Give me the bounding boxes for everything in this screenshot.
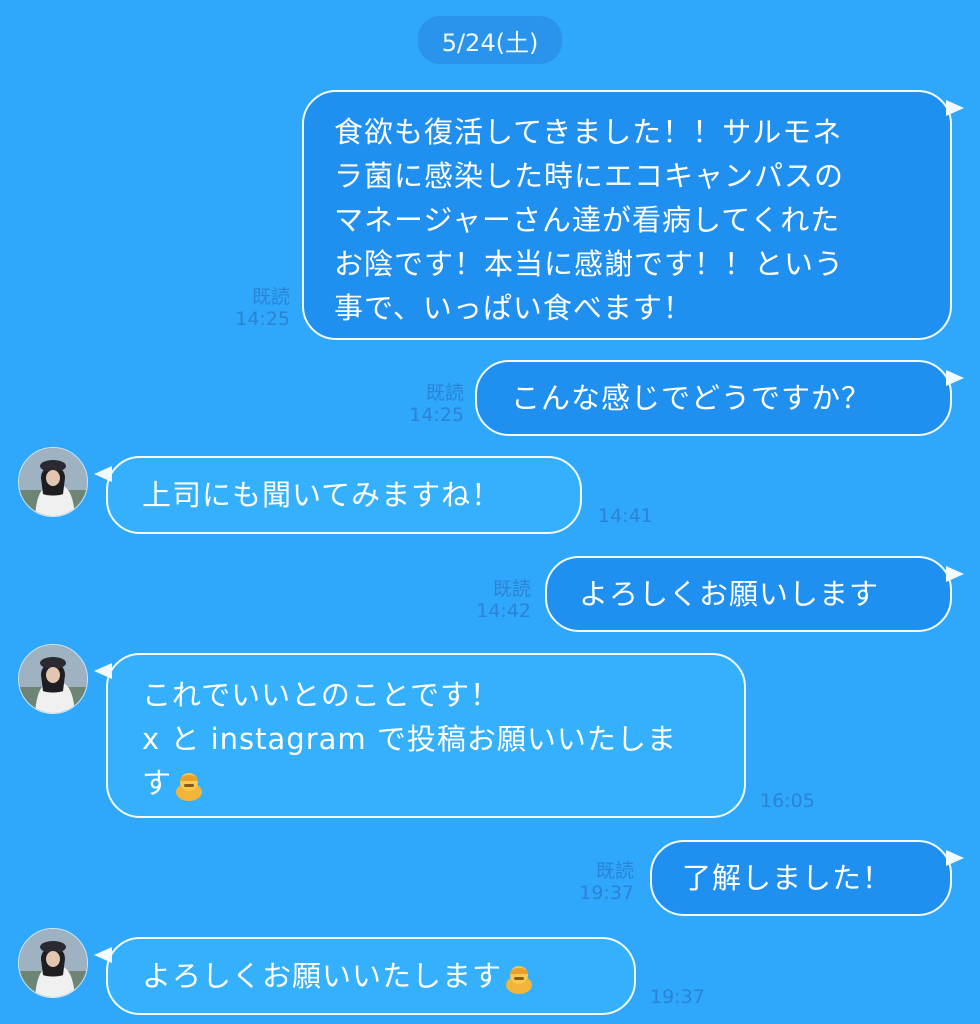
- message-text: 了解しました！: [682, 861, 893, 895]
- avatar[interactable]: [18, 928, 88, 998]
- avatar-photo: [19, 645, 87, 713]
- message-text: よろしくお願いいたします: [142, 954, 634, 998]
- read-receipt: 既読: [425, 382, 464, 404]
- incoming-message-bubble[interactable]: これでいいとのことです！ x と instagram で投稿お願いいたしま す: [94, 653, 746, 818]
- read-receipt: 既読: [492, 578, 531, 600]
- outgoing-message-bubble[interactable]: よろしくお願いします: [545, 556, 964, 632]
- avatar[interactable]: [18, 644, 88, 714]
- timestamp: 19:37: [650, 986, 705, 1008]
- avatar[interactable]: [18, 447, 88, 517]
- timestamp: 19:37: [579, 882, 634, 904]
- bowing-person-emoji: [176, 773, 203, 801]
- message-meta: 既読 14:42: [463, 578, 531, 622]
- message-text: よろしくお願いします: [579, 577, 880, 611]
- avatar-photo: [19, 448, 87, 516]
- timestamp: 14:25: [409, 404, 464, 426]
- message-text: 上司にも聞いてみますね！: [142, 478, 502, 512]
- message-meta: 既読 19:37: [566, 860, 634, 904]
- incoming-message-bubble[interactable]: よろしくお願いいたします: [94, 937, 636, 1015]
- bowing-person-emoji: [506, 966, 533, 994]
- message-text: こんな感じでどうですか？: [511, 381, 872, 415]
- message-meta: 既読 14:25: [396, 382, 464, 426]
- message-text: これでいいとのことです！ x と instagram で投稿お願いいたしま す: [142, 678, 677, 801]
- outgoing-message-bubble[interactable]: 了解しました！: [650, 840, 964, 916]
- avatar-photo: [19, 929, 87, 997]
- message-text: 食欲も復活してきました！！サルモネ ラ菌に感染した時にエコキャンパスの マネージ…: [334, 115, 845, 325]
- outgoing-message-bubble[interactable]: 食欲も復活してきました！！サルモネ ラ菌に感染した時にエコキャンパスの マネージ…: [302, 90, 964, 340]
- read-receipt: 既読: [595, 860, 634, 882]
- timestamp: 14:25: [235, 308, 290, 330]
- timestamp: 14:42: [476, 600, 531, 622]
- date-divider: 5/24(土): [418, 16, 562, 64]
- read-receipt: 既読: [251, 286, 290, 308]
- incoming-message-bubble[interactable]: 上司にも聞いてみますね！: [94, 456, 582, 534]
- message-meta: 既読 14:25: [222, 286, 290, 330]
- timestamp: 14:41: [598, 505, 653, 527]
- timestamp: 16:05: [760, 790, 815, 812]
- outgoing-message-bubble[interactable]: こんな感じでどうですか？: [475, 360, 964, 436]
